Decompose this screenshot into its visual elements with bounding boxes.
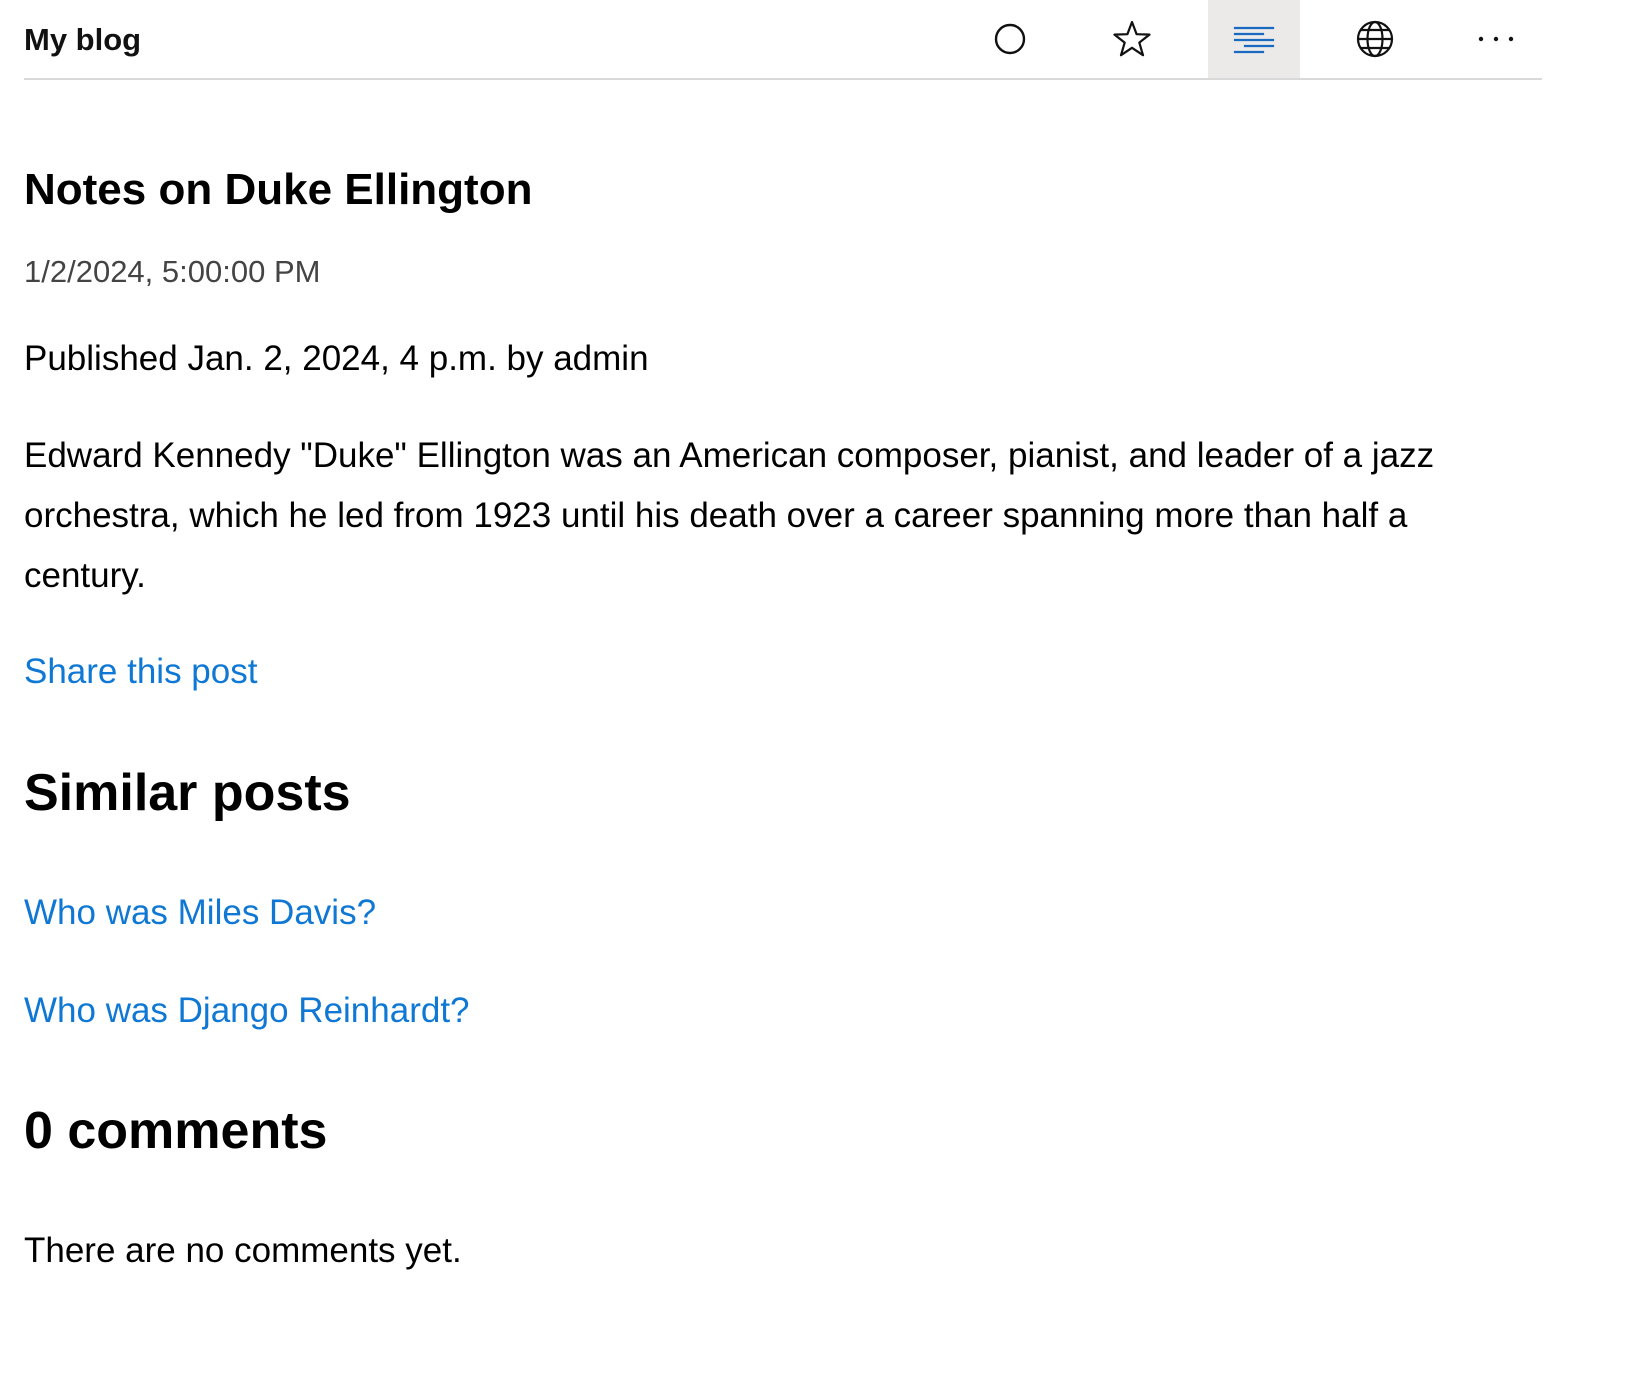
reading-view-icon bbox=[1233, 26, 1275, 54]
star-icon bbox=[1113, 20, 1151, 57]
share-post-link[interactable]: Share this post bbox=[24, 649, 257, 695]
more-button[interactable] bbox=[1450, 0, 1542, 78]
globe-icon bbox=[1356, 20, 1394, 58]
list-item: Who was Django Reinhardt? bbox=[24, 988, 470, 1086]
similar-post-link-django-reinhardt[interactable]: Who was Django Reinhardt? bbox=[24, 991, 470, 1030]
similar-posts-list: Who was Miles Davis? Who was Django Rein… bbox=[24, 890, 470, 1086]
browser-toolbar: My blog bbox=[24, 0, 1542, 80]
circle-icon bbox=[994, 23, 1026, 55]
globe-button[interactable] bbox=[1329, 0, 1421, 78]
post-byline: Published Jan. 2, 2024, 4 p.m. by admin bbox=[24, 339, 649, 378]
post-title: Notes on Duke Ellington bbox=[24, 165, 533, 214]
post-body: Edward Kennedy "Duke" Ellington was an A… bbox=[24, 436, 1435, 595]
similar-post-link-miles-davis[interactable]: Who was Miles Davis? bbox=[24, 893, 376, 932]
more-icon bbox=[1478, 36, 1514, 42]
list-item: Who was Miles Davis? bbox=[24, 890, 470, 988]
favorite-button[interactable] bbox=[1086, 0, 1178, 78]
reading-view-button[interactable] bbox=[1208, 0, 1300, 78]
comments-heading: 0 comments bbox=[24, 1102, 328, 1160]
post-timestamp: 1/2/2024, 5:00:00 PM bbox=[24, 254, 321, 289]
page-title: My blog bbox=[24, 22, 142, 57]
circle-button[interactable] bbox=[964, 0, 1056, 78]
no-comments-text: There are no comments yet. bbox=[24, 1231, 462, 1270]
similar-posts-heading: Similar posts bbox=[24, 764, 351, 822]
